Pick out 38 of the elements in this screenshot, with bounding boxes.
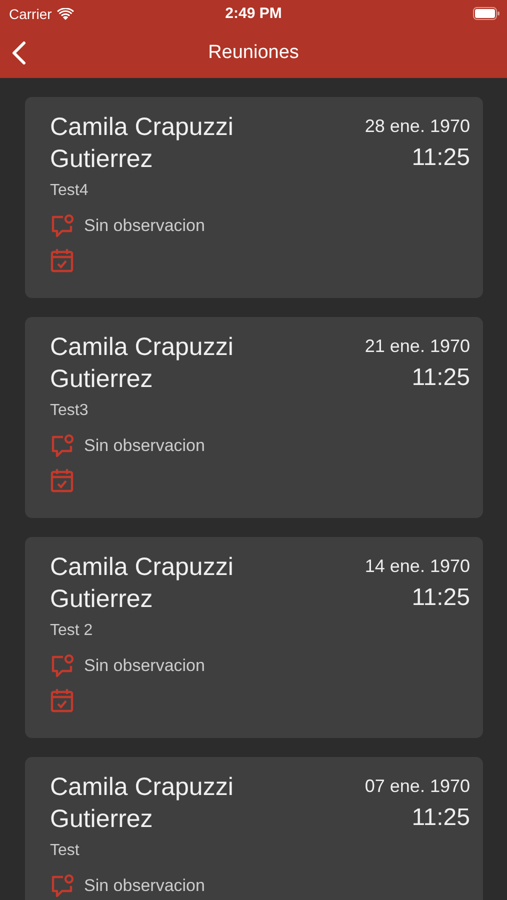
person-name: Camila Crapuzzi Gutierrez [50, 112, 234, 175]
meeting-subject: Test3 [50, 402, 90, 420]
meeting-card[interactable]: Camila Crapuzzi Gutierrez 21 ene. 1970 11:25 Test3 Sin observacion [25, 317, 483, 518]
meeting-time: 11:25 [412, 363, 470, 393]
battery-icon [473, 7, 500, 20]
meeting-card[interactable]: Camila Crapuzzi Gutierrez 28 ene. 1970 11:25 Test4 Sin observacion [25, 97, 483, 298]
observation-text: Sin observacion [84, 216, 205, 236]
meeting-card[interactable]: Camila Crapuzzi Gutierrez 14 ene. 1970 11:25 Test 2 Sin observacion [25, 537, 483, 738]
meeting-time: 11:25 [412, 143, 470, 173]
meeting-time: 11:25 [412, 583, 470, 613]
meeting-subject: Test [50, 842, 80, 860]
nav-title: Reuniones [208, 42, 299, 64]
wifi-icon [56, 8, 74, 20]
comment-icon [50, 654, 74, 678]
person-name: Camila Crapuzzi Gutierrez [50, 552, 234, 615]
comment-icon [50, 874, 74, 898]
calendar-check-icon [50, 467, 74, 493]
comment-icon [50, 434, 74, 458]
back-button[interactable] [10, 39, 28, 67]
meeting-date: 14 ene. 1970 [364, 555, 470, 578]
calendar-check-icon [50, 247, 74, 273]
person-name: Camila Crapuzzi Gutierrez [50, 332, 234, 395]
comment-icon [50, 214, 74, 238]
observation-text: Sin observacion [84, 876, 205, 896]
chevron-left-icon [12, 41, 26, 65]
status-time: 2:49 PM [225, 5, 282, 22]
carrier-label: Carrier [9, 6, 52, 22]
observation-text: Sin observacion [84, 436, 205, 456]
meeting-date: 28 ene. 1970 [364, 115, 470, 138]
meeting-time: 11:25 [412, 803, 470, 833]
person-name: Camila Crapuzzi Gutierrez [50, 772, 234, 835]
observation-text: Sin observacion [84, 656, 205, 676]
meeting-date: 07 ene. 1970 [364, 775, 470, 798]
meeting-date: 21 ene. 1970 [364, 335, 470, 358]
calendar-check-icon [50, 687, 74, 713]
meeting-card[interactable]: Camila Crapuzzi Gutierrez 07 ene. 1970 11:25 Test Sin observacion [25, 757, 483, 900]
meeting-subject: Test 2 [50, 622, 94, 640]
meeting-subject: Test4 [50, 182, 90, 200]
